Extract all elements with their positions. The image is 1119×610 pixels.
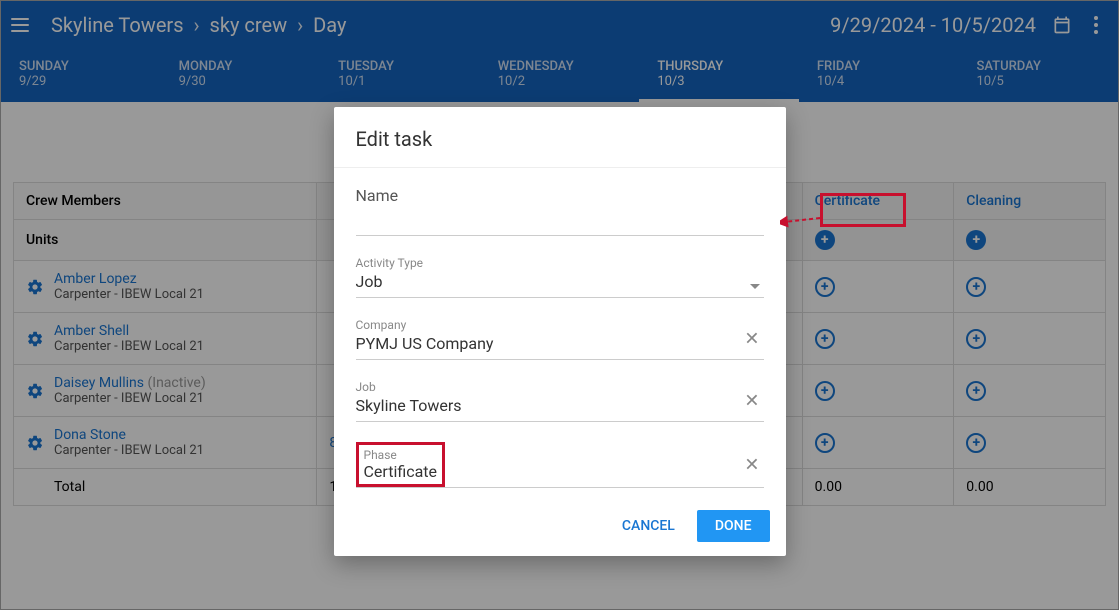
job-label: Job bbox=[356, 380, 764, 394]
dialog-title: Edit task bbox=[334, 107, 786, 168]
chevron-down-icon bbox=[750, 284, 760, 289]
clear-icon[interactable]: ✕ bbox=[744, 390, 759, 411]
cancel-button[interactable]: CANCEL bbox=[610, 510, 687, 542]
phase-value: Certificate bbox=[364, 462, 438, 481]
name-label: Name bbox=[356, 186, 764, 235]
phase-label: Phase bbox=[364, 448, 438, 462]
edit-task-dialog: Edit task Name Activity Type Job Company… bbox=[334, 107, 786, 556]
company-label: Company bbox=[356, 318, 764, 332]
job-value: Skyline Towers bbox=[356, 394, 764, 421]
done-button[interactable]: DONE bbox=[697, 510, 770, 542]
name-field[interactable]: Name bbox=[356, 186, 764, 236]
modal-overlay[interactable]: Edit task Name Activity Type Job Company… bbox=[1, 1, 1118, 609]
clear-icon[interactable]: ✕ bbox=[744, 454, 759, 475]
activity-type-field[interactable]: Activity Type Job bbox=[356, 256, 764, 298]
clear-icon[interactable]: ✕ bbox=[744, 328, 759, 349]
company-field[interactable]: Company PYMJ US Company ✕ bbox=[356, 318, 764, 360]
activity-type-value: Job bbox=[356, 270, 764, 297]
job-field[interactable]: Job Skyline Towers ✕ bbox=[356, 380, 764, 422]
company-value: PYMJ US Company bbox=[356, 332, 764, 359]
phase-highlight-annotation: Phase Certificate bbox=[356, 442, 446, 487]
phase-field[interactable]: Phase Certificate ✕ bbox=[356, 442, 764, 488]
activity-type-label: Activity Type bbox=[356, 256, 764, 270]
